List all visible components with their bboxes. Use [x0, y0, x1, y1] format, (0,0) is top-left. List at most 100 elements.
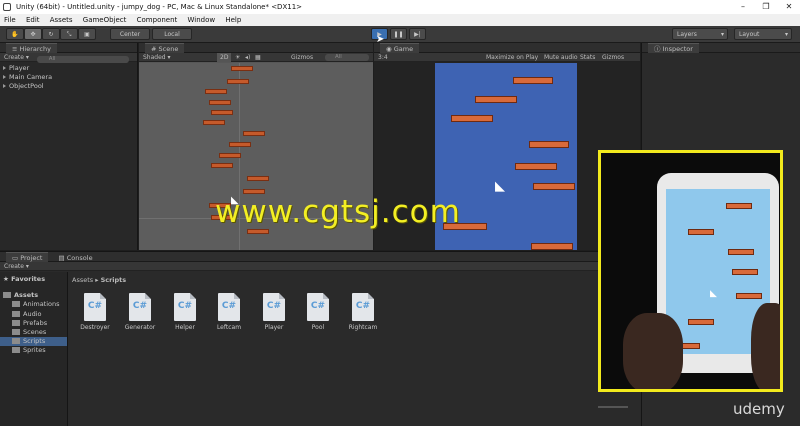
script-file-helper[interactable]: C# Helper	[166, 293, 204, 331]
platform-sprite	[688, 229, 714, 235]
tab-game[interactable]: ◉ Game	[380, 43, 420, 53]
scene-gizmos-dropdown[interactable]: Gizmos	[291, 53, 313, 62]
inspector-tab-label: Inspector	[662, 45, 693, 53]
file-name: Player	[264, 324, 284, 331]
move-tool-icon[interactable]: ✥	[24, 28, 42, 40]
file-name: Pool	[311, 324, 325, 331]
script-file-destroyer[interactable]: C# Destroyer	[76, 293, 114, 331]
hand-tool-icon[interactable]: ✋	[6, 28, 24, 40]
favorites-label: Favorites	[11, 275, 46, 283]
menu-window[interactable]: Window	[188, 16, 216, 24]
menu-component[interactable]: Component	[137, 16, 178, 24]
folder-audio[interactable]: Audio	[0, 310, 67, 319]
maximize-on-play-toggle[interactable]: Maximize on Play	[486, 53, 538, 62]
tab-hierarchy[interactable]: ≡ Hierarchy	[6, 43, 57, 53]
stats-toggle[interactable]: Stats	[580, 53, 595, 62]
tab-scene[interactable]: # Scene	[145, 43, 185, 53]
hierarchy-create-button[interactable]: Create	[4, 54, 24, 61]
tab-console[interactable]: ▤ Console	[59, 254, 93, 262]
project-panel: ▭ Project ▤ Console Create ▾ ★ Favorites…	[0, 251, 641, 426]
tab-project[interactable]: ▭ Project	[6, 252, 49, 262]
folder-icon: ▭	[12, 254, 21, 262]
platform-sprite	[203, 120, 225, 125]
folder-sprites[interactable]: Sprites	[0, 346, 67, 355]
chevron-down-icon: ▾	[784, 31, 788, 38]
hierarchy-item-main-camera[interactable]: Main Camera	[0, 73, 137, 82]
layers-dropdown[interactable]: Layers ▾	[672, 28, 728, 40]
favorites-section[interactable]: ★ Favorites	[0, 275, 67, 284]
script-file-generator[interactable]: C# Generator	[121, 293, 159, 331]
menu-file[interactable]: File	[4, 16, 16, 24]
folder-label: Animations	[23, 300, 60, 309]
folder-scenes[interactable]: Scenes	[0, 328, 67, 337]
scene-search-input[interactable]: All	[325, 54, 369, 61]
tab-inspector[interactable]: ⓘ Inspector	[648, 43, 699, 53]
platform-sprite	[728, 249, 754, 255]
project-tab-label: Project	[20, 254, 43, 262]
hierarchy-item-player[interactable]: Player	[0, 64, 137, 73]
menu-assets[interactable]: Assets	[50, 16, 73, 24]
pivot-center-toggle[interactable]: Center	[110, 28, 150, 40]
menu-help[interactable]: Help	[225, 16, 241, 24]
csharp-glyph: C#	[177, 301, 193, 311]
script-file-player[interactable]: C# Player	[255, 293, 293, 331]
folder-assets[interactable]: Assets	[0, 291, 67, 300]
breadcrumb-scripts[interactable]: Scripts	[101, 276, 127, 284]
rotate-tool-icon[interactable]: ↻	[42, 28, 60, 40]
project-create-button[interactable]: Create	[4, 263, 24, 270]
sun-icon[interactable]: ☀	[235, 53, 240, 62]
mute-audio-toggle[interactable]: Mute audio	[544, 53, 578, 62]
window-title-bar: Unity (64bit) - Untitled.unity - jumpy_d…	[0, 0, 800, 14]
hierarchy-item-label: Main Camera	[9, 73, 53, 81]
csharp-script-icon: C#	[218, 293, 240, 321]
menu-edit[interactable]: Edit	[26, 16, 40, 24]
folder-scripts[interactable]: Scripts	[0, 337, 67, 347]
script-file-rightcam[interactable]: C# Rightcam	[344, 293, 382, 331]
folder-animations[interactable]: Animations	[0, 300, 67, 309]
chevron-down-icon: ▾	[720, 31, 724, 38]
project-breadcrumb: Assets ▸ Scripts	[72, 276, 127, 284]
shading-dropdown[interactable]: Shaded	[143, 54, 166, 61]
pivot-label: Center	[119, 31, 141, 38]
layers-label: Layers	[677, 31, 697, 38]
hierarchy-search-input[interactable]: All	[36, 56, 129, 63]
pause-button[interactable]: ❚❚	[390, 28, 407, 40]
scale-tool-icon[interactable]: ⤡	[60, 28, 78, 40]
folder-icon	[12, 319, 20, 326]
csharp-glyph: C#	[132, 301, 148, 311]
folder-label: Prefabs	[23, 318, 48, 327]
game-tab-label: Game	[393, 45, 414, 53]
script-file-leftcam[interactable]: C# Leftcam	[210, 293, 248, 331]
hierarchy-header: ≡ Hierarchy	[0, 43, 137, 53]
minimize-button[interactable]: –	[732, 0, 754, 14]
layout-dropdown[interactable]: Layout ▾	[734, 28, 792, 40]
2d-toggle[interactable]: 2D	[217, 53, 232, 62]
main-toolbar: ✋ ✥ ↻ ⤡ ▣ Center Local ▶ ❚❚ ▶| Layers ▾ …	[0, 26, 800, 45]
platform-sprite	[726, 203, 752, 209]
platform-sprite	[219, 153, 241, 158]
hierarchy-subbar: Create ▾ All	[0, 53, 137, 63]
player-dog-sprite: ◣	[710, 289, 717, 299]
close-button[interactable]: ✕	[778, 0, 800, 14]
watermark-text: www.cgtsj.com	[215, 194, 461, 230]
hierarchy-icon: ≡	[12, 45, 20, 53]
script-file-pool[interactable]: C# Pool	[299, 293, 337, 331]
platform-sprite	[227, 79, 249, 84]
icon-size-slider[interactable]	[598, 406, 628, 408]
folder-label: Audio	[23, 309, 42, 318]
speaker-icon[interactable]: ◂)	[245, 53, 250, 62]
game-gizmos-dropdown[interactable]: Gizmos	[602, 53, 624, 62]
platform-sprite	[515, 163, 557, 170]
menu-gameobject[interactable]: GameObject	[83, 16, 127, 24]
space-local-toggle[interactable]: Local	[152, 28, 192, 40]
csharp-glyph: C#	[221, 301, 237, 311]
rect-tool-icon[interactable]: ▣	[78, 28, 96, 40]
maximize-button[interactable]: ❐	[755, 0, 777, 14]
hierarchy-item-objectpool[interactable]: ObjectPool	[0, 82, 137, 91]
breadcrumb-assets[interactable]: Assets	[72, 276, 93, 284]
platform-sprite	[231, 66, 253, 71]
aspect-dropdown[interactable]: 3:4	[378, 54, 388, 61]
step-button[interactable]: ▶|	[409, 28, 426, 40]
folder-prefabs[interactable]: Prefabs	[0, 319, 67, 328]
effects-icon[interactable]: ▦	[255, 53, 261, 62]
